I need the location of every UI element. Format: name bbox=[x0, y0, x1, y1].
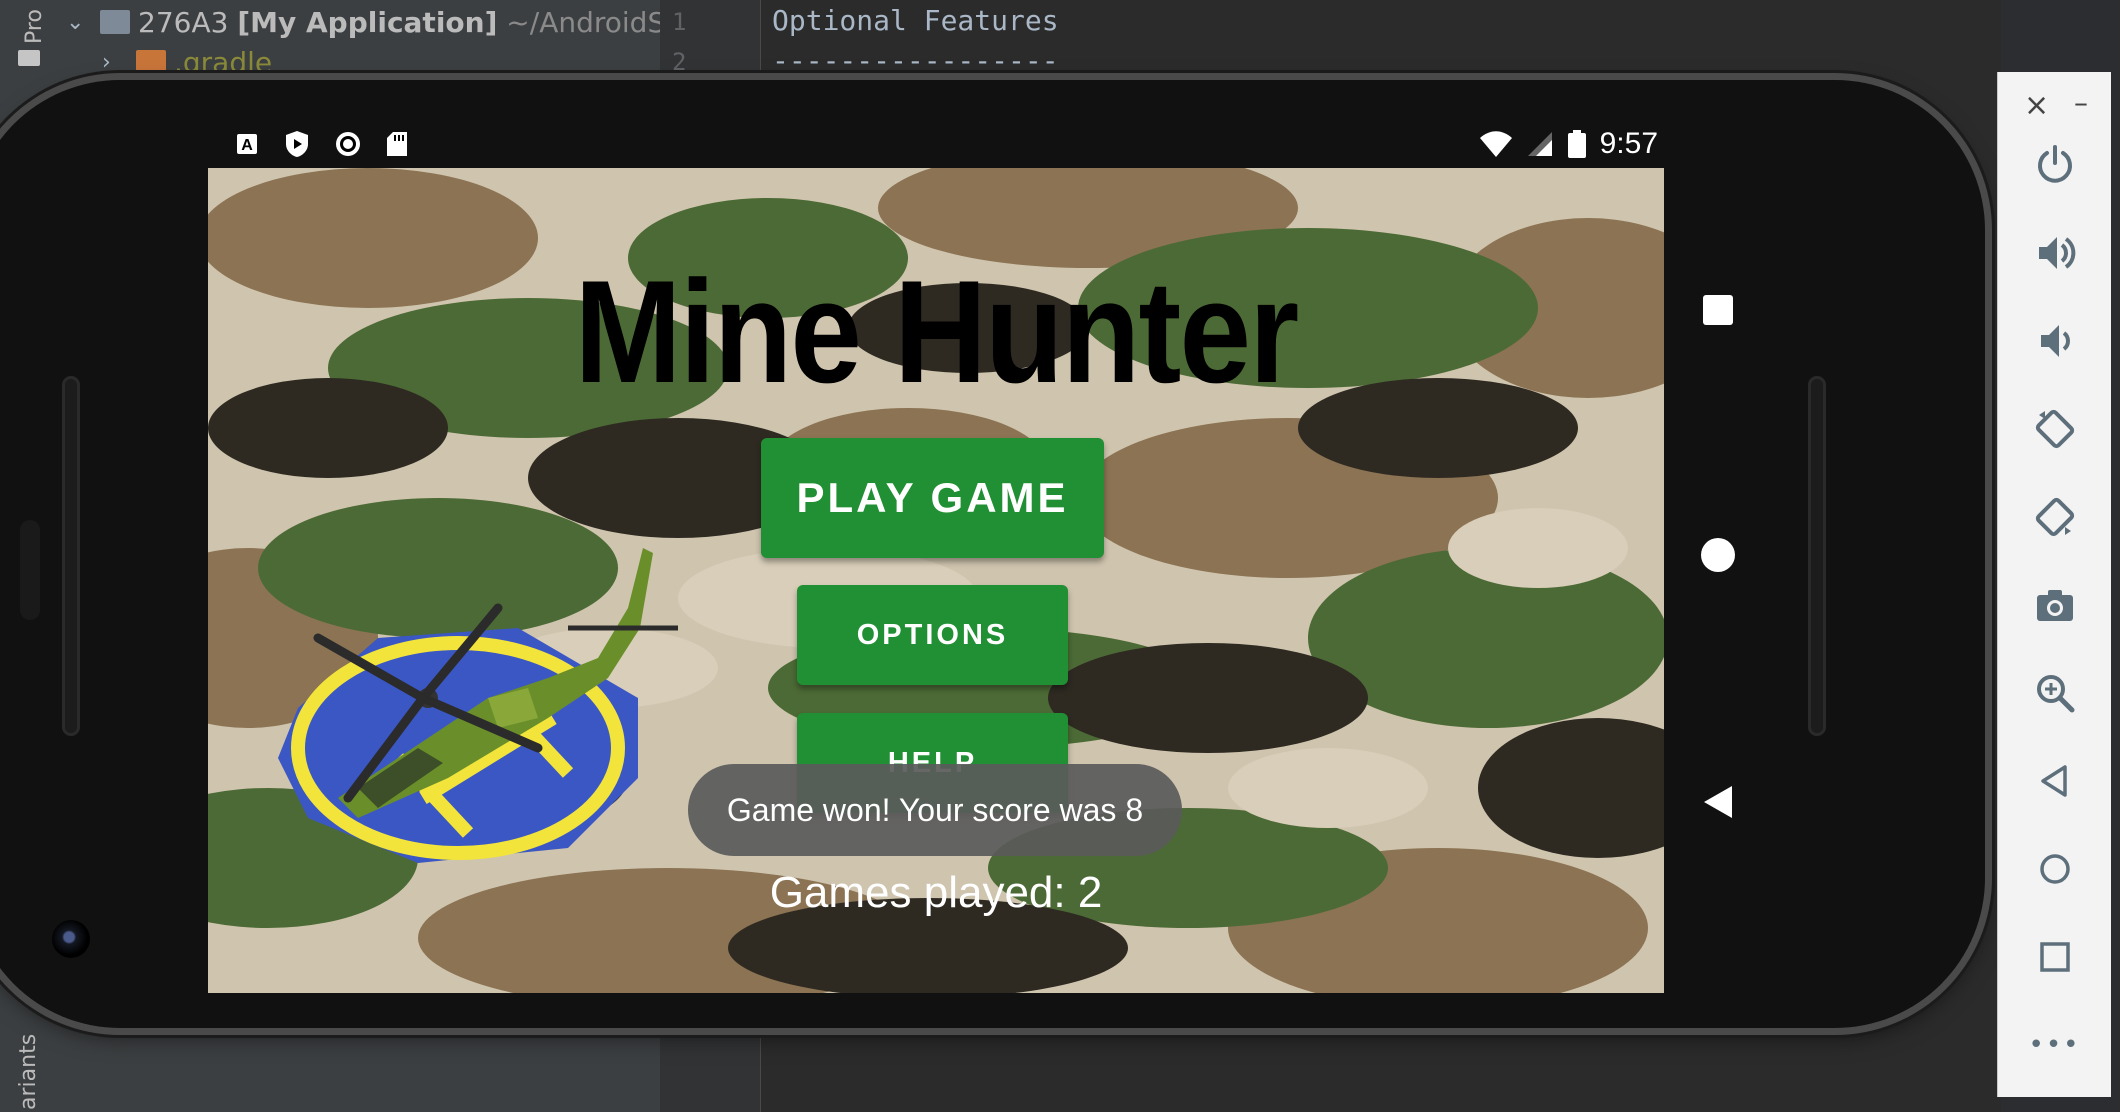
zoom-icon bbox=[2036, 675, 2074, 713]
play-game-button[interactable]: PLAY GAME bbox=[761, 438, 1104, 558]
volume-up-icon bbox=[2038, 237, 2075, 269]
overview-icon bbox=[2039, 942, 2070, 972]
sd-card-icon bbox=[384, 131, 410, 157]
wifi-icon bbox=[1479, 131, 1512, 157]
game-title: Mine Hunter bbox=[574, 250, 1299, 413]
line-number: 2 bbox=[672, 48, 687, 76]
games-played-label: Games played: 2 bbox=[769, 868, 1103, 917]
overview-button[interactable] bbox=[1998, 922, 2111, 992]
sensor bbox=[20, 520, 40, 620]
camera-icon bbox=[2036, 590, 2073, 621]
home-icon bbox=[2039, 854, 2070, 884]
svg-text:A: A bbox=[241, 137, 253, 154]
rotate-right-button[interactable] bbox=[1998, 482, 2111, 552]
rotate-right-icon bbox=[2035, 497, 2074, 537]
more-button[interactable]: ••• bbox=[1998, 1010, 2111, 1080]
tree-item-project-root[interactable]: ⌄ 276A3 [My Application] ~/AndroidStudi bbox=[66, 2, 720, 42]
code-line: ----------------- bbox=[772, 44, 1059, 77]
zoom-button[interactable] bbox=[1998, 658, 2111, 728]
back-button[interactable] bbox=[1998, 746, 2111, 816]
battery-icon bbox=[1567, 130, 1586, 158]
folder-icon bbox=[18, 50, 40, 66]
module-name: [My Application] bbox=[237, 5, 498, 39]
status-time: 9:57 bbox=[1599, 127, 1658, 160]
close-button[interactable]: × bbox=[2024, 88, 2049, 123]
gradle-folder-label: .gradle bbox=[174, 45, 273, 79]
project-tool-tab[interactable]: Pro bbox=[22, 9, 47, 44]
back-icon bbox=[2040, 765, 2067, 797]
rotate-left-icon bbox=[2035, 409, 2074, 449]
minimize-button[interactable]: – bbox=[2074, 86, 2088, 119]
speaker-grille bbox=[1808, 376, 1826, 736]
toast-message: Game won! Your score was 8 bbox=[688, 764, 1182, 856]
tree-item-gradle[interactable]: › .gradle bbox=[102, 42, 272, 82]
volume-up-button[interactable] bbox=[1998, 218, 2111, 288]
folder-icon bbox=[136, 50, 166, 74]
more-icon: ••• bbox=[2028, 1030, 2081, 1060]
speaker-grille bbox=[62, 376, 80, 736]
a-box-icon: A bbox=[234, 131, 260, 157]
module-folder-icon bbox=[100, 10, 130, 34]
square-icon bbox=[1703, 295, 1733, 325]
home-nav-button[interactable] bbox=[1698, 535, 1738, 575]
game-main-menu: Mine Hunter PLAY GAME OPTIONS HELP Game … bbox=[208, 168, 1664, 993]
home-button[interactable] bbox=[1998, 834, 2111, 904]
overview-nav-button[interactable] bbox=[1698, 290, 1738, 330]
volume-down-button[interactable] bbox=[1998, 306, 2111, 376]
power-icon bbox=[2037, 145, 2072, 183]
chevron-right-icon: › bbox=[102, 49, 111, 75]
options-button[interactable]: OPTIONS bbox=[797, 585, 1068, 685]
power-button[interactable] bbox=[1998, 130, 2111, 200]
front-camera bbox=[52, 920, 90, 958]
code-line: Optional Features bbox=[772, 4, 1059, 37]
back-nav-button[interactable] bbox=[1698, 782, 1738, 822]
screenshot-button[interactable] bbox=[1998, 570, 2111, 640]
project-name: 276A3 bbox=[138, 5, 229, 39]
build-variants-tool-tab[interactable]: ariants bbox=[16, 1034, 41, 1110]
rotate-left-button[interactable] bbox=[1998, 394, 2111, 464]
signal-icon bbox=[1527, 132, 1552, 156]
helicopter-helipad-image bbox=[278, 548, 678, 863]
volume-down-icon bbox=[2040, 325, 2070, 357]
emulator-toolbar: × – ••• bbox=[1997, 72, 2111, 1097]
record-icon bbox=[334, 131, 360, 157]
line-number: 1 bbox=[672, 8, 687, 36]
chevron-down-icon: ⌄ bbox=[66, 9, 85, 35]
play-shield-icon bbox=[284, 131, 310, 157]
circle-icon bbox=[1701, 538, 1735, 572]
back-triangle-icon bbox=[1704, 786, 1732, 818]
